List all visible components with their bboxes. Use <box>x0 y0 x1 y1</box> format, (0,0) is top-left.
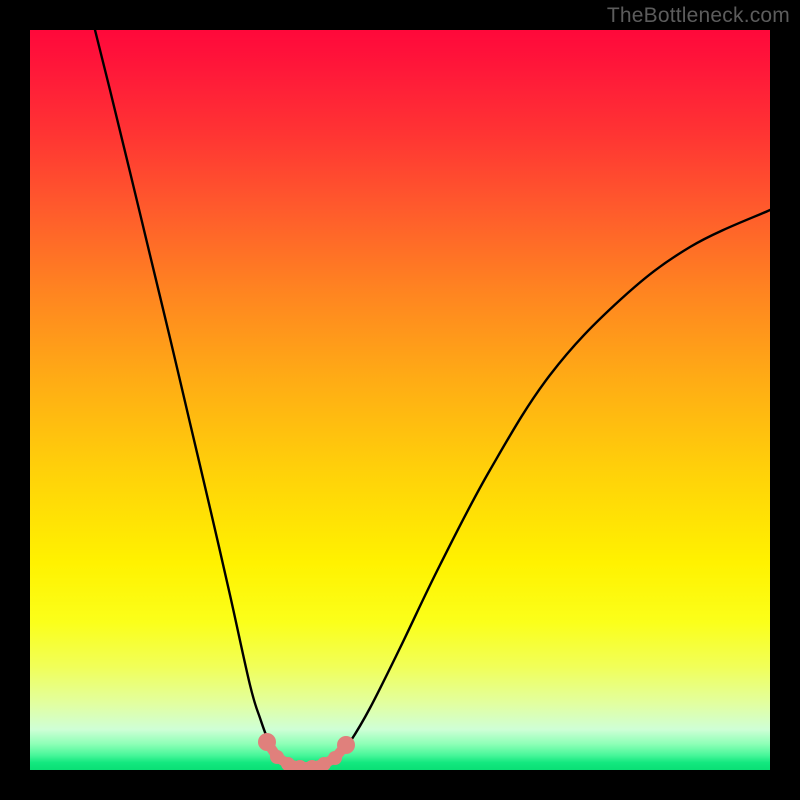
plot-area <box>30 30 770 770</box>
bottleneck-curve <box>95 30 770 769</box>
valley-markers <box>258 733 355 770</box>
curve-layer <box>30 30 770 770</box>
chart-frame: TheBottleneck.com <box>0 0 800 800</box>
attribution-text: TheBottleneck.com <box>607 4 790 28</box>
